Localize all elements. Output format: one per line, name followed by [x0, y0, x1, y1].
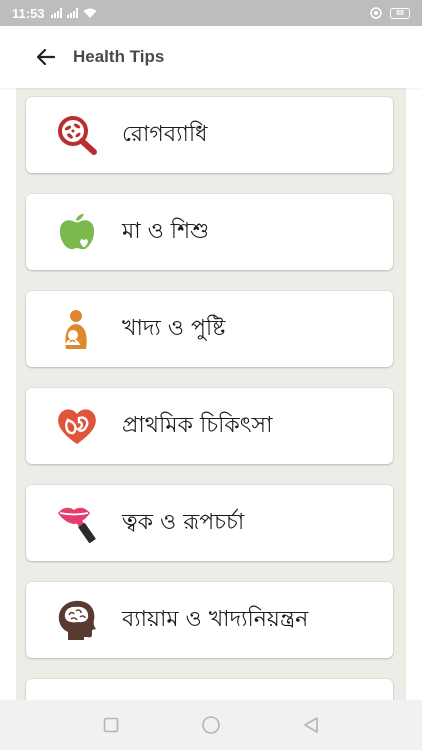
lips-lipstick-icon	[58, 507, 96, 543]
mother-child-icon	[65, 310, 87, 349]
category-label: ব্যায়াম ও খাদ্যনিয়ন্ত্রন	[122, 606, 309, 632]
brain-head-icon	[58, 600, 96, 640]
status-bar: 11:53 88	[0, 0, 422, 26]
category-card-exercise-diet[interactable]: ব্যায়াম ও খাদ্যনিয়ন্ত্রন	[26, 582, 393, 658]
system-nav-bar	[0, 700, 422, 750]
category-card-first-aid[interactable]: প্রাথমিক চিকিৎসা	[26, 388, 393, 464]
app-bar: Health Tips	[0, 26, 422, 88]
category-label: মা ও শিশু	[122, 218, 210, 244]
signal-icon	[66, 8, 78, 18]
status-right: 88	[370, 7, 410, 19]
heart-firstaid-icon	[58, 409, 96, 444]
wifi-icon	[83, 8, 97, 18]
category-card-food-nutrition[interactable]: খাদ্য ও পুষ্টি	[26, 291, 393, 367]
battery-icon: 88	[390, 7, 410, 19]
back-button[interactable]	[26, 37, 66, 77]
alarm-icon	[370, 7, 382, 19]
category-label: খাদ্য ও পুষ্টি	[122, 315, 226, 341]
signal-icon	[50, 8, 62, 18]
category-card-skin-beauty[interactable]: ত্বক ও রূপচর্চা	[26, 485, 393, 561]
category-card-mother-child[interactable]: মা ও শিশু	[26, 194, 393, 270]
category-label: প্রাথমিক চিকিৎসা	[122, 412, 273, 438]
category-label: রোগব্যাধি	[122, 121, 208, 147]
disease-magnifier-icon	[58, 116, 97, 155]
triangle-back-icon	[304, 717, 318, 733]
circle-icon	[202, 716, 220, 734]
arrow-back-icon	[37, 49, 55, 65]
signal-icons	[50, 8, 97, 18]
battery-level: 88	[396, 9, 404, 17]
page-title: Health Tips	[73, 47, 165, 66]
category-list[interactable]: রোগব্যাধি মা ও শিশু খাদ্য ও পুষ্টি প্রাথ…	[0, 88, 422, 700]
recents-button[interactable]	[100, 714, 122, 736]
list-panel: রোগব্যাধি মা ও শিশু খাদ্য ও পুষ্টি প্রাথ…	[16, 88, 406, 700]
apple-heart-icon	[59, 214, 95, 250]
category-card-partial[interactable]	[26, 679, 393, 700]
back-nav-button[interactable]	[300, 714, 322, 736]
status-time: 11:53	[12, 5, 45, 21]
home-button[interactable]	[200, 714, 222, 736]
category-card-diseases[interactable]: রোগব্যাধি	[26, 97, 393, 173]
category-label: ত্বক ও রূপচর্চা	[122, 509, 245, 535]
square-icon	[103, 717, 119, 733]
